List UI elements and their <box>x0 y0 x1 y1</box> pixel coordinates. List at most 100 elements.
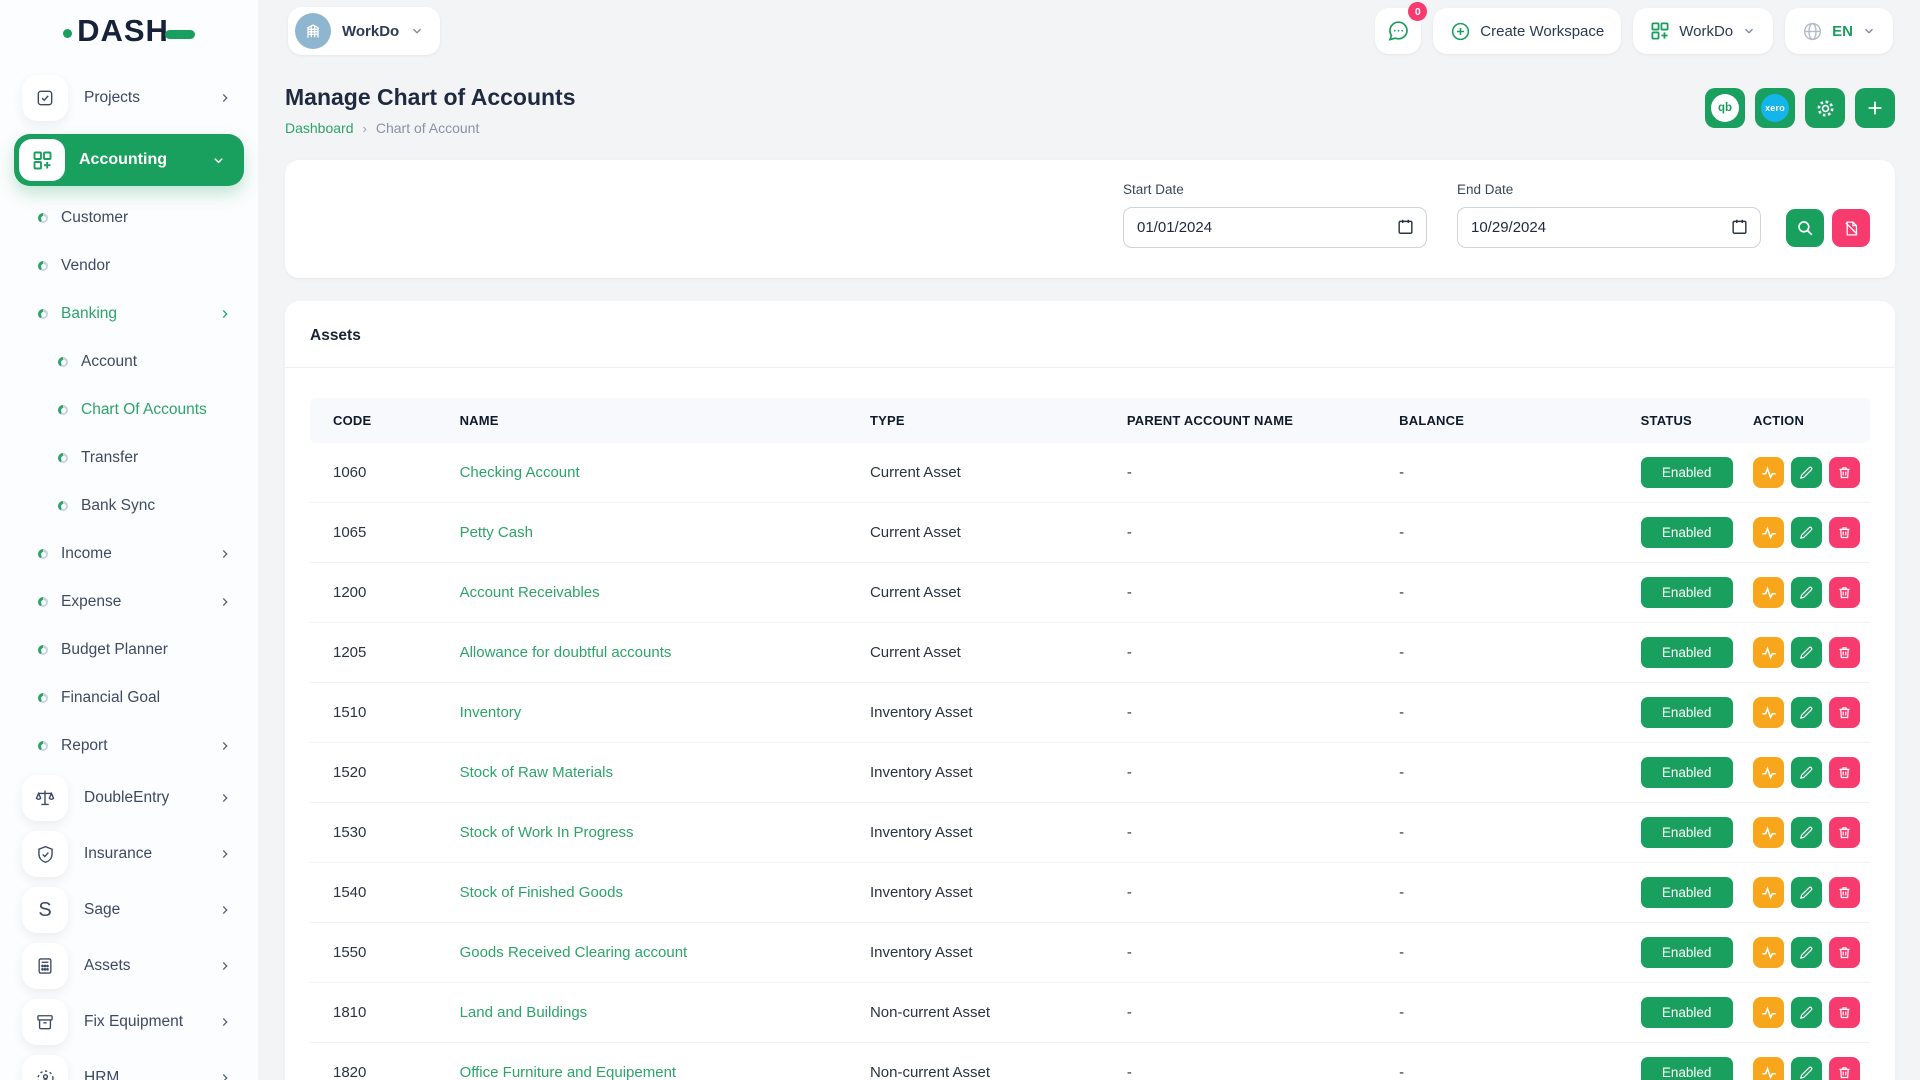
search-button[interactable] <box>1786 209 1824 247</box>
activity-button[interactable] <box>1753 877 1784 908</box>
status-badge[interactable]: Enabled <box>1641 757 1733 788</box>
xero-button[interactable]: xero <box>1755 88 1795 128</box>
sidebar-item-chart-of-accounts[interactable]: Chart Of Accounts <box>0 386 258 434</box>
account-name-link[interactable]: Land and Buildings <box>460 1004 588 1021</box>
delete-button[interactable] <box>1829 997 1860 1028</box>
delete-button[interactable] <box>1829 697 1860 728</box>
sidebar-item-banking[interactable]: Banking <box>0 290 258 338</box>
sidebar-item-financial-goal[interactable]: Financial Goal <box>0 674 258 722</box>
account-name-link[interactable]: Account Receivables <box>460 584 600 601</box>
delete-button[interactable] <box>1829 937 1860 968</box>
sidebar-item-expense[interactable]: Expense <box>0 578 258 626</box>
messages-button[interactable]: 0 <box>1375 8 1421 54</box>
sidebar-item-fix-equipment[interactable]: Fix Equipment <box>0 994 258 1050</box>
sidebar-item-assets[interactable]: Assets <box>0 938 258 994</box>
workspace-selector[interactable]: WorkDo <box>288 7 440 55</box>
delete-button[interactable] <box>1829 817 1860 848</box>
status-badge[interactable]: Enabled <box>1641 877 1733 908</box>
account-name-link[interactable]: Petty Cash <box>460 524 533 541</box>
delete-button[interactable] <box>1829 1057 1860 1080</box>
quickbooks-button[interactable]: qb <box>1705 88 1745 128</box>
activity-button[interactable] <box>1753 457 1784 488</box>
app-menu-dropdown[interactable]: WorkDo <box>1633 8 1773 54</box>
sidebar-item-budget-planner[interactable]: Budget Planner <box>0 626 258 674</box>
account-balance: - <box>1389 803 1631 863</box>
delete-button[interactable] <box>1829 757 1860 788</box>
account-name-link[interactable]: Checking Account <box>460 464 580 481</box>
status-badge[interactable]: Enabled <box>1641 457 1733 488</box>
edit-button[interactable] <box>1791 457 1822 488</box>
language-dropdown[interactable]: EN <box>1785 8 1893 54</box>
activity-button[interactable] <box>1753 637 1784 668</box>
status-badge[interactable]: Enabled <box>1641 697 1733 728</box>
end-date-input[interactable] <box>1457 207 1761 248</box>
trash-icon <box>1837 585 1852 600</box>
edit-button[interactable] <box>1791 997 1822 1028</box>
edit-button[interactable] <box>1791 697 1822 728</box>
sidebar-item-projects[interactable]: Projects <box>0 70 258 126</box>
sidebar-item-income[interactable]: Income <box>0 530 258 578</box>
status-badge[interactable]: Enabled <box>1641 937 1733 968</box>
sidebar-item-sage[interactable]: SSage <box>0 882 258 938</box>
sidebar-item-accounting[interactable]: Accounting <box>14 134 244 186</box>
delete-button[interactable] <box>1829 877 1860 908</box>
sidebar-item-insurance[interactable]: Insurance <box>0 826 258 882</box>
sidebar-item-hrm[interactable]: HRM <box>0 1050 258 1080</box>
status-badge[interactable]: Enabled <box>1641 577 1733 608</box>
edit-button[interactable] <box>1791 757 1822 788</box>
edit-button[interactable] <box>1791 517 1822 548</box>
activity-button[interactable] <box>1753 817 1784 848</box>
sidebar-item-doubleentry[interactable]: DoubleEntry <box>0 770 258 826</box>
activity-button[interactable] <box>1753 517 1784 548</box>
status-badge[interactable]: Enabled <box>1641 997 1733 1028</box>
parent-account-name: - <box>1117 863 1389 923</box>
account-name-link[interactable]: Goods Received Clearing account <box>460 944 688 961</box>
activity-button[interactable] <box>1753 1057 1784 1080</box>
account-name-link[interactable]: Inventory <box>460 704 522 721</box>
status-badge[interactable]: Enabled <box>1641 637 1733 668</box>
parent-account-name: - <box>1117 683 1389 743</box>
status-badge[interactable]: Enabled <box>1641 817 1733 848</box>
activity-button[interactable] <box>1753 757 1784 788</box>
activity-button[interactable] <box>1753 577 1784 608</box>
breadcrumb-dashboard-link[interactable]: Dashboard <box>285 120 354 136</box>
edit-button[interactable] <box>1791 817 1822 848</box>
status-badge[interactable]: Enabled <box>1641 517 1733 548</box>
create-workspace-button[interactable]: Create Workspace <box>1433 8 1621 54</box>
account-name-link[interactable]: Stock of Raw Materials <box>460 764 613 781</box>
sidebar-item-bank-sync[interactable]: Bank Sync <box>0 482 258 530</box>
delete-button[interactable] <box>1829 517 1860 548</box>
edit-button[interactable] <box>1791 877 1822 908</box>
dash-logo[interactable]: DASH <box>0 0 258 62</box>
sidebar-item-customer[interactable]: Customer <box>0 194 258 242</box>
edit-button[interactable] <box>1791 577 1822 608</box>
accounting-grid-icon <box>19 139 65 181</box>
delete-button[interactable] <box>1829 457 1860 488</box>
activity-wave-icon <box>1760 524 1778 542</box>
sidebar-item-vendor[interactable]: Vendor <box>0 242 258 290</box>
sidebar-item-report[interactable]: Report <box>0 722 258 770</box>
settings-button[interactable] <box>1805 88 1845 128</box>
activity-button[interactable] <box>1753 697 1784 728</box>
edit-button[interactable] <box>1791 637 1822 668</box>
activity-button[interactable] <box>1753 997 1784 1028</box>
topbar: WorkDo 0 Create Workspace WorkDo <box>258 0 1920 62</box>
account-name-link[interactable]: Stock of Finished Goods <box>460 884 623 901</box>
delete-button[interactable] <box>1829 577 1860 608</box>
reset-filter-button[interactable] <box>1832 209 1870 247</box>
row-actions <box>1753 1057 1860 1080</box>
delete-button[interactable] <box>1829 637 1860 668</box>
status-badge[interactable]: Enabled <box>1641 1057 1733 1080</box>
add-account-button[interactable] <box>1855 88 1895 128</box>
account-name-link[interactable]: Allowance for doubtful accounts <box>460 644 672 661</box>
edit-button[interactable] <box>1791 937 1822 968</box>
edit-button[interactable] <box>1791 1057 1822 1080</box>
account-name-link[interactable]: Office Furniture and Equipement <box>460 1064 677 1080</box>
activity-button[interactable] <box>1753 937 1784 968</box>
table-row: 1060Checking AccountCurrent Asset--Enabl… <box>310 443 1870 503</box>
account-name-link[interactable]: Stock of Work In Progress <box>460 824 634 841</box>
sidebar-item-transfer[interactable]: Transfer <box>0 434 258 482</box>
start-date-input[interactable] <box>1123 207 1427 248</box>
row-actions <box>1753 937 1860 968</box>
sidebar-item-account[interactable]: Account <box>0 338 258 386</box>
